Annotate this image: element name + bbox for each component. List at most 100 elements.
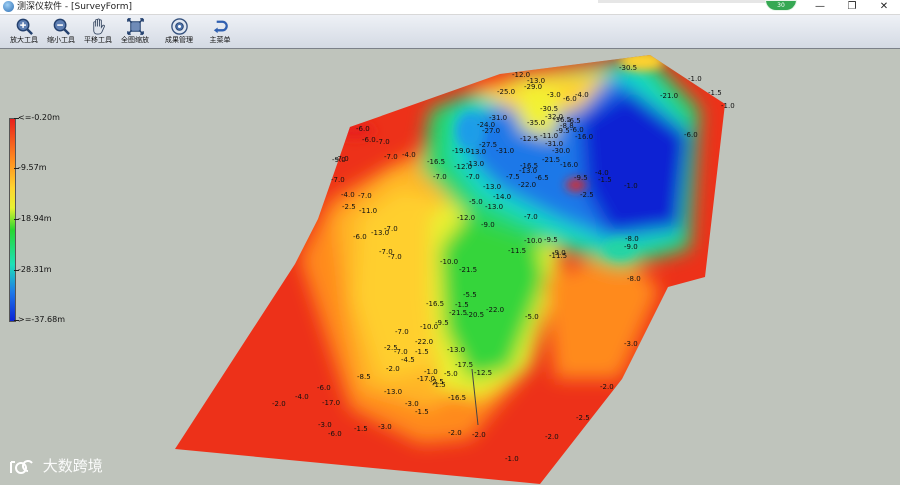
depth-label: -19.0 [452,147,470,155]
notification-badge[interactable]: 30 [765,0,797,11]
depth-label: -2.0 [600,383,614,391]
depth-label: -7.0 [466,173,480,181]
depth-label: -1.5 [354,425,368,433]
return-icon [213,20,228,34]
close-button[interactable]: ✕ [868,0,900,14]
depth-label: -7.0 [384,225,398,233]
depth-label: -5.0 [444,370,458,378]
depth-label: -9.0 [332,156,346,164]
depth-label: -9.5 [435,319,449,327]
depth-label: -16.5 [427,158,445,166]
depth-label: -7.0 [433,173,447,181]
depth-label: -12.0 [454,163,472,171]
depth-label: -9.0 [624,243,638,251]
depth-label: -7.0 [358,192,372,200]
depth-label: -29.0 [524,83,542,91]
full-extent-button[interactable]: 全图缩放 [115,17,155,47]
main-menu-label: 主菜单 [209,36,231,44]
toolbar: 放大工具 缩小工具 平移工具 全图缩放 成果管理 主菜单 [0,15,900,49]
depth-label: -13.0 [384,388,402,396]
main-menu-button[interactable]: 主菜单 [200,17,240,47]
depth-label: -20.5 [466,311,484,319]
watermark-text: 大数跨境 [42,457,103,475]
results-management-icon [170,18,188,35]
depth-label: -1.5 [415,408,429,416]
watermark: 大数跨境 [8,455,103,476]
depth-label: -9.5 [544,236,558,244]
depth-label: -9.0 [481,221,495,229]
minimize-button[interactable]: — [804,0,836,14]
depth-label: -2.5 [580,191,594,199]
depth-label: -30.5 [619,64,637,72]
depth-label: -3.0 [624,340,638,348]
depth-colorbar [9,118,16,322]
depth-label: -1.5 [598,176,612,184]
depth-label: -1.0 [688,75,702,83]
depth-label: -1.5 [455,301,469,309]
depth-label: -11.5 [549,252,567,260]
depth-label: -21.5 [449,309,467,317]
full-extent-icon [126,18,144,35]
depth-label: -7.0 [394,348,408,356]
colorbar-label-min: >=-37.68m [18,315,65,324]
depth-label: -10.0 [524,237,542,245]
depth-label: -8.5 [357,373,371,381]
depth-label: -14.0 [493,193,511,201]
depth-label: -35.0 [527,119,545,127]
depth-label: -7.0 [524,213,538,221]
depth-label: -17.0 [322,399,340,407]
depth-label: -2.0 [545,433,559,441]
zoom-in-icon [16,18,33,35]
depth-label: -7.0 [384,153,398,161]
depth-label: -11.5 [508,247,526,255]
depth-label: -8.0 [627,275,641,283]
depth-label: -6.0 [684,131,698,139]
depth-label: -13.0 [485,203,503,211]
title-bar: 测深仪软件 - [SurveyForm] 30 — ❐ ✕ [0,0,900,15]
depth-label: -12.5 [520,135,538,143]
depth-label: -3.0 [405,400,419,408]
depth-label: -21.5 [459,266,477,274]
results-management-button[interactable]: 成果管理 [159,17,199,47]
depth-label: -7.0 [388,253,402,261]
maximize-button[interactable]: ❐ [836,0,868,14]
depth-label: -2.0 [448,429,462,437]
depth-label: -7.0 [395,328,409,336]
depth-label: -12.5 [474,369,492,377]
colorbar-label: -18.94m [18,214,52,223]
depth-label: -1.5 [708,89,722,97]
depth-label: -1.5 [415,348,429,356]
hand-pan-icon [92,18,105,35]
depth-label: -2.5 [342,203,356,211]
depth-label: -10.0 [440,258,458,266]
depth-label: -1.0 [505,455,519,463]
depth-label: -1.0 [721,102,735,110]
app-icon [3,1,14,12]
depth-label: -1.0 [624,182,638,190]
survey-map-canvas[interactable]: -12.0 -13.0 -30.5 -1.0 -1.5 -1.0 -25.0 -29.0 -3.… [0,49,900,485]
depth-label: -22.0 [486,306,504,314]
depth-label: -3.0 [378,423,392,431]
depth-label: -7.0 [331,176,345,184]
floating-search-bar [598,0,768,3]
colorbar-label: -28.31m [18,265,52,274]
depth-label: -2.0 [472,431,486,439]
depth-label: -16.0 [575,133,593,141]
colorbar-label-max: <=-0.20m [18,113,60,122]
depth-label: -4.0 [295,393,309,401]
depth-label: -7.5 [506,173,520,181]
depth-label: -4.0 [575,91,589,99]
depth-label: -11.0 [540,132,558,140]
depth-label: -30.5 [540,105,558,113]
depth-label: -9.5 [574,174,588,182]
depth-label: -21.5 [542,156,560,164]
depth-label: -21.0 [660,92,678,100]
colorbar-label: -9.57m [18,163,47,172]
depth-label: -25.0 [497,88,515,96]
depth-label: -8.0 [625,235,639,243]
window-title: 测深仪软件 - [SurveyForm] [17,2,132,12]
depth-label: -13.0 [468,148,486,156]
depth-label: -13.0 [483,183,501,191]
depth-label: -5.0 [525,313,539,321]
depth-label: -6.5 [535,174,549,182]
